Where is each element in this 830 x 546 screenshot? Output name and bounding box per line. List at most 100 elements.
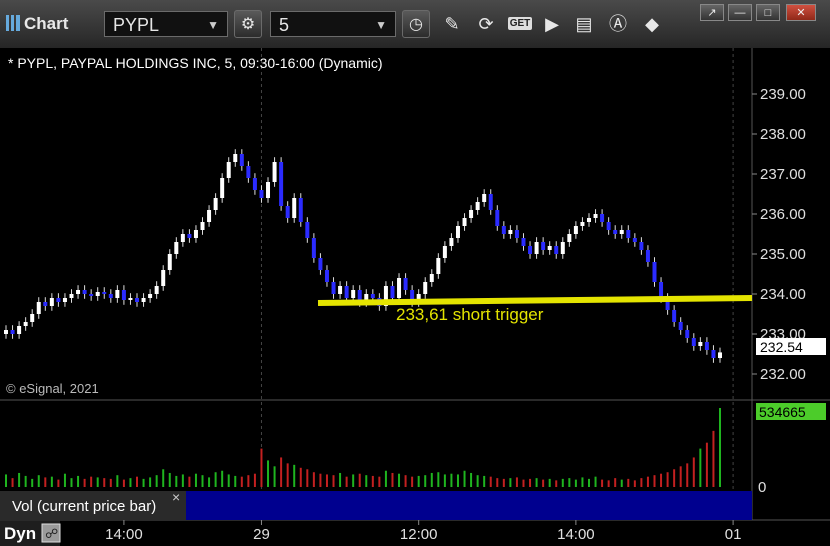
candle-body [141, 298, 146, 302]
price-tick-label: 234.00 [760, 286, 806, 303]
candle-body [442, 246, 447, 258]
candle-body [639, 242, 644, 250]
candle-body [626, 230, 631, 238]
price-tick-label: 232.00 [760, 366, 806, 383]
candle-body [10, 330, 15, 334]
candle-body [429, 274, 434, 282]
trigger-annotation: 233,61 short trigger [396, 305, 544, 324]
chart-header: * PYPL, PAYPAL HOLDINGS INC, 5, 09:30-16… [8, 55, 383, 71]
candle-body [279, 162, 284, 206]
volume-tag: 534665 [759, 404, 806, 420]
candle-body [200, 222, 205, 230]
close-pane-icon[interactable]: × [172, 489, 180, 505]
candle-body [600, 214, 605, 222]
candle-body [259, 190, 264, 198]
candle-body [135, 298, 140, 302]
candle-body [514, 230, 519, 238]
candle-body [685, 330, 690, 338]
candle-body [30, 314, 35, 322]
candle-body [370, 294, 375, 298]
candle-body [547, 246, 552, 250]
candle-body [567, 234, 572, 242]
candle-body [298, 198, 303, 222]
volume-label: Vol (current price bar) [12, 498, 156, 515]
candle-body [233, 154, 238, 162]
candle-body [4, 330, 8, 334]
candle-body [351, 290, 356, 298]
candle-body [95, 292, 100, 296]
candle-body [495, 210, 500, 226]
candle-body [455, 226, 460, 238]
candle-body [226, 162, 231, 178]
candle-body [213, 198, 218, 210]
price-chart: 239.00238.00237.00236.00235.00234.00233.… [0, 48, 830, 546]
candle-body [36, 302, 41, 314]
dyn-label[interactable]: Dyn [4, 524, 36, 543]
candle-body [102, 292, 107, 294]
candle-body [76, 290, 81, 294]
candle-body [613, 230, 618, 234]
candle-body [390, 286, 395, 298]
candle-body [711, 350, 716, 358]
candle-body [593, 214, 598, 218]
candle-body [167, 254, 172, 270]
candle-body [521, 238, 526, 246]
candle-body [17, 326, 22, 334]
time-tick-label: 01 [725, 526, 742, 543]
candle-body [285, 206, 290, 218]
candle-body [187, 234, 192, 238]
candle-body [554, 246, 559, 254]
candle-body [49, 298, 54, 306]
candle-body [239, 154, 244, 166]
candle-body [89, 294, 94, 296]
price-tick-label: 238.00 [760, 126, 806, 143]
candle-body [659, 282, 664, 298]
candle-body [718, 352, 722, 358]
candle-body [344, 286, 349, 298]
candle-body [161, 270, 166, 286]
candle-body [397, 278, 402, 298]
candle-body [560, 242, 565, 254]
candle-body [272, 162, 277, 182]
time-tick-label: 12:00 [400, 526, 438, 543]
candle-body [403, 278, 408, 290]
candle-body [331, 282, 336, 294]
time-tick-label: 14:00 [105, 526, 143, 543]
candle-body [128, 298, 133, 300]
candle-body [449, 238, 454, 246]
price-tick-label: 237.00 [760, 166, 806, 183]
candle-body [56, 298, 61, 302]
candle-body [154, 286, 159, 294]
price-tick-label: 236.00 [760, 206, 806, 223]
candle-body [318, 258, 323, 270]
lock-glyph: ☍ [45, 527, 58, 542]
candle-body [423, 282, 428, 294]
candle-body [632, 238, 637, 242]
candle-body [174, 242, 179, 254]
candle-body [652, 262, 657, 282]
candle-body [482, 194, 487, 202]
price-tick-label: 239.00 [760, 86, 806, 103]
candle-body [207, 210, 212, 222]
candle-body [148, 294, 153, 298]
candle-body [475, 202, 480, 210]
candle-body [23, 322, 28, 326]
candle-body [462, 218, 467, 226]
candle-body [541, 242, 546, 250]
candle-body [115, 290, 120, 298]
candle-body [220, 178, 225, 198]
candle-body [108, 294, 113, 298]
candle-body [338, 286, 343, 294]
time-tick-label: 29 [253, 526, 270, 543]
candle-body [488, 194, 493, 210]
candle-body [121, 290, 126, 300]
candle-body [573, 226, 578, 234]
candle-body [469, 210, 474, 218]
candle-body [43, 302, 48, 306]
candle-body [580, 222, 585, 226]
candle-body [62, 298, 67, 302]
candle-body [180, 234, 185, 242]
candle-body [606, 222, 611, 230]
price-tag: 232.54 [760, 339, 803, 355]
candle-body [678, 322, 683, 330]
